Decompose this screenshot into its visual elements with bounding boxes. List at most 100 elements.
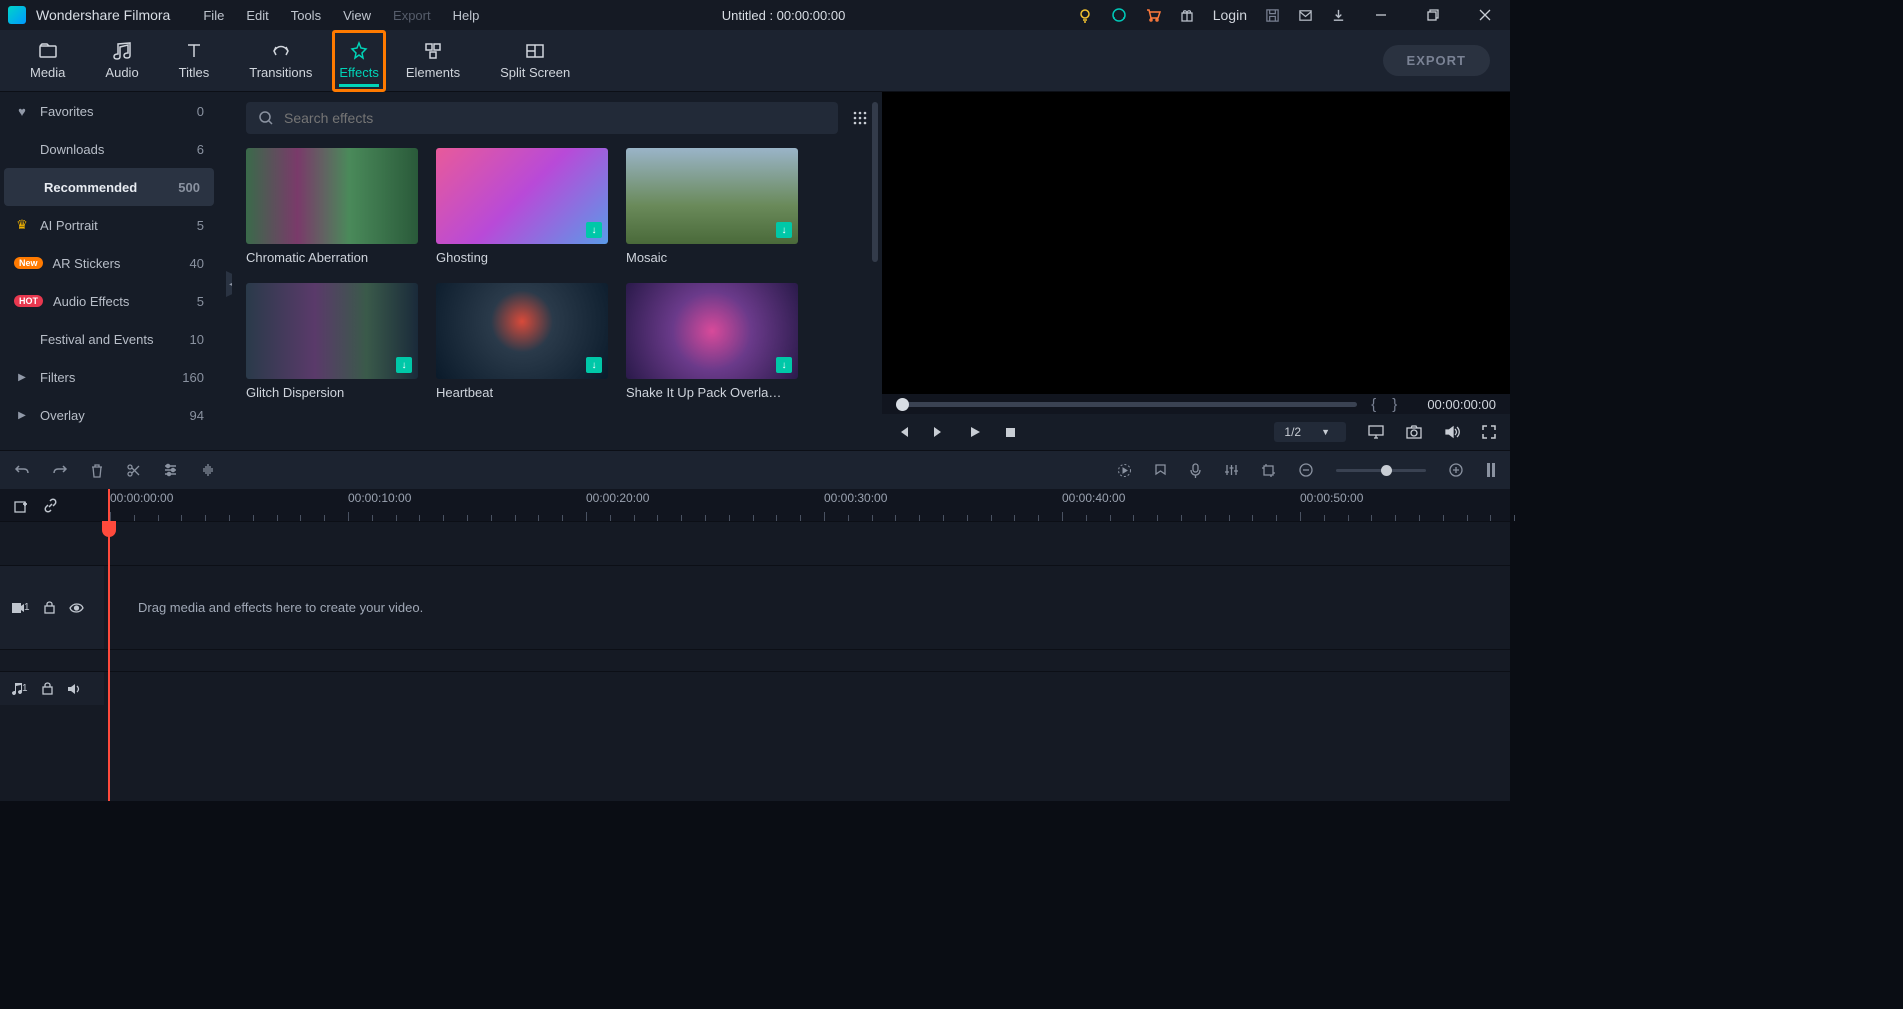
crop-button[interactable] <box>1261 463 1276 478</box>
zoom-in-button[interactable] <box>1448 462 1464 478</box>
mixer-button[interactable] <box>1224 463 1239 477</box>
effect-card[interactable]: ↓Heartbeat <box>436 283 608 400</box>
step-forward-button[interactable] <box>932 425 946 439</box>
visibility-icon[interactable] <box>69 603 84 613</box>
preview-canvas[interactable] <box>882 92 1510 394</box>
snapshot-button[interactable] <box>1406 425 1422 439</box>
login-button[interactable]: Login <box>1213 7 1247 23</box>
support-icon[interactable] <box>1111 7 1127 23</box>
tab-media[interactable]: Media <box>10 30 85 92</box>
step-back-button[interactable] <box>896 425 910 439</box>
save-icon[interactable] <box>1265 8 1280 23</box>
menu-help[interactable]: Help <box>442 8 491 23</box>
marker-braces[interactable]: { } <box>1371 396 1403 413</box>
effect-card[interactable]: ↓Mosaic <box>626 148 798 265</box>
effects-browser: Chromatic Aberration↓Ghosting↓Mosaic↓Gli… <box>232 92 882 450</box>
lock-icon[interactable] <box>42 682 53 695</box>
ruler-label: 00:00:20:00 <box>586 491 649 505</box>
effect-card[interactable]: ↓Ghosting <box>436 148 608 265</box>
zoom-out-button[interactable] <box>1298 462 1314 478</box>
download-icon[interactable] <box>1331 8 1346 23</box>
sidebar-item-audio-effects[interactable]: HOTAudio Effects5 <box>0 282 218 320</box>
preview-quality-select[interactable]: 1/2▼ <box>1274 422 1346 442</box>
mute-icon[interactable] <box>67 683 80 695</box>
tab-transitions[interactable]: Transitions <box>229 30 332 92</box>
volume-button[interactable] <box>1444 425 1460 439</box>
sidebar-item-recommended[interactable]: Recommended500 <box>4 168 214 206</box>
sidebar-item-ar-stickers[interactable]: NewAR Stickers40 <box>0 244 218 282</box>
track-drop-area[interactable]: Drag media and effects here to create yo… <box>104 566 1510 649</box>
gift-icon[interactable] <box>1179 7 1195 23</box>
maximize-button[interactable] <box>1416 0 1450 30</box>
app-logo-icon <box>8 6 26 24</box>
video-track[interactable]: 1 Drag media and effects here to create … <box>0 565 1510 649</box>
document-title: Untitled : 00:00:00:00 <box>490 8 1076 23</box>
effect-name: Glitch Dispersion <box>246 385 418 400</box>
stop-button[interactable] <box>1004 426 1017 439</box>
sidebar-item-overlay[interactable]: ▶Overlay94 <box>0 396 218 434</box>
ruler-label: 00:00:40:00 <box>1062 491 1125 505</box>
heart-icon: ♥ <box>14 104 30 119</box>
play-button[interactable] <box>968 425 982 439</box>
redo-button[interactable] <box>52 463 68 477</box>
effect-card[interactable]: Chromatic Aberration <box>246 148 418 265</box>
export-button[interactable]: EXPORT <box>1383 45 1490 76</box>
audio-wave-button[interactable] <box>200 463 216 477</box>
transitions-icon <box>271 41 291 61</box>
new-badge: New <box>14 257 43 269</box>
ruler-label: 00:00:50:00 <box>1300 491 1363 505</box>
sidebar-item-downloads[interactable]: Downloads6 <box>0 130 218 168</box>
sidebar-item-festival-and-events[interactable]: Festival and Events10 <box>0 320 218 358</box>
fullscreen-button[interactable] <box>1482 425 1496 439</box>
sidebar-item-favorites[interactable]: ♥Favorites0 <box>0 92 218 130</box>
sidebar-item-filters[interactable]: ▶Filters160 <box>0 358 218 396</box>
effect-name: Shake It Up Pack Overla… <box>626 385 798 400</box>
search-box[interactable] <box>246 102 838 134</box>
search-icon <box>258 110 274 126</box>
menu-file[interactable]: File <box>192 8 235 23</box>
effect-card[interactable]: ↓Glitch Dispersion <box>246 283 418 400</box>
view-mode-icon[interactable] <box>852 110 868 126</box>
split-button[interactable] <box>126 463 141 478</box>
search-input[interactable] <box>284 110 826 126</box>
audio-track[interactable]: 1 <box>0 671 1510 705</box>
undo-button[interactable] <box>14 463 30 477</box>
delete-button[interactable] <box>90 463 104 478</box>
timeline-ruler[interactable]: 00:00:00:0000:00:10:0000:00:20:0000:00:3… <box>0 489 1510 521</box>
tips-icon[interactable] <box>1077 7 1093 23</box>
titles-icon <box>184 41 204 61</box>
zoom-fit-button[interactable] <box>1486 462 1496 478</box>
ruler-label: 00:00:00:00 <box>110 491 173 505</box>
tab-titles[interactable]: Titles <box>159 30 230 92</box>
effects-icon <box>349 41 369 61</box>
tab-elements[interactable]: Elements <box>386 30 480 92</box>
expand-icon: ▶ <box>14 372 30 383</box>
browser-scrollbar[interactable] <box>872 102 878 262</box>
track-type-video-icon: 1 <box>12 602 30 613</box>
preview-scrubber[interactable] <box>896 402 1357 407</box>
tab-split-screen[interactable]: Split Screen <box>480 30 590 92</box>
hot-badge: HOT <box>14 295 43 307</box>
download-badge-icon: ↓ <box>586 222 602 238</box>
lock-icon[interactable] <box>44 601 55 614</box>
render-button[interactable] <box>1117 463 1132 478</box>
sidebar-item-ai-portrait[interactable]: ♛AI Portrait5 <box>0 206 218 244</box>
voiceover-button[interactable] <box>1189 463 1202 478</box>
menu-view[interactable]: View <box>332 8 382 23</box>
message-icon[interactable] <box>1298 8 1313 23</box>
link-button[interactable] <box>43 498 58 513</box>
close-button[interactable] <box>1468 0 1502 30</box>
effect-card[interactable]: ↓Shake It Up Pack Overla… <box>626 283 798 400</box>
tab-effects[interactable]: Effects <box>332 30 386 92</box>
minimize-button[interactable] <box>1364 0 1398 30</box>
menu-edit[interactable]: Edit <box>235 8 279 23</box>
store-icon[interactable] <box>1145 7 1161 23</box>
adjust-button[interactable] <box>163 463 178 477</box>
tab-audio[interactable]: Audio <box>85 30 158 92</box>
add-track-button[interactable] <box>14 498 29 513</box>
menu-tools[interactable]: Tools <box>280 8 332 23</box>
display-button[interactable] <box>1368 425 1384 439</box>
zoom-slider[interactable] <box>1336 469 1426 472</box>
marker-button[interactable] <box>1154 463 1167 478</box>
preview-timecode: 00:00:00:00 <box>1427 397 1496 412</box>
